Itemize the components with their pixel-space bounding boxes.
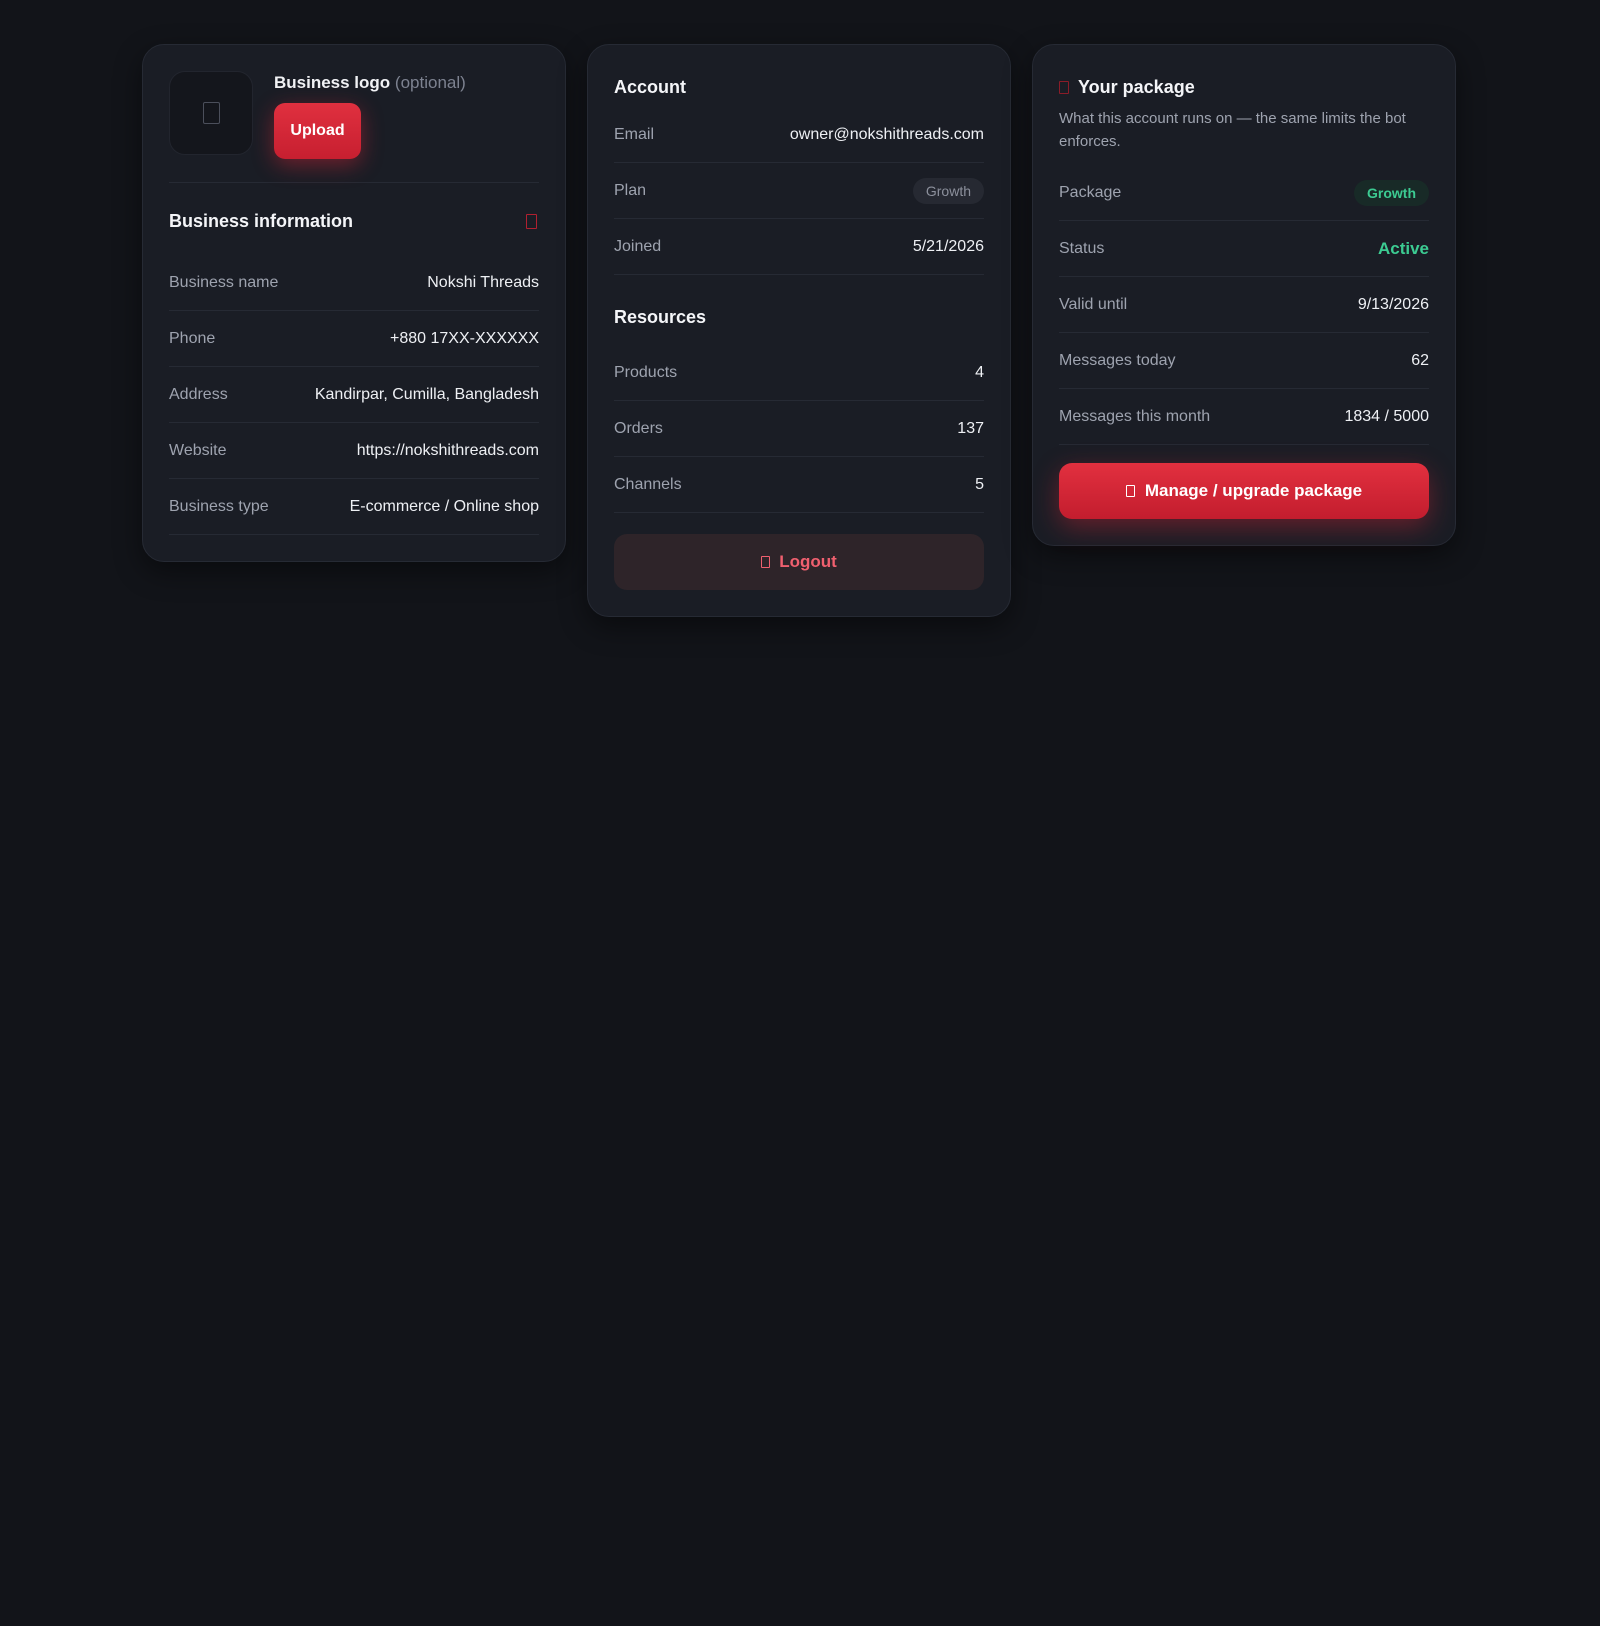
plan-badge: Growth: [912, 177, 984, 204]
profile-grid: Business logo (optional) Upload Business…: [142, 44, 1456, 617]
field-value: Nokshi Threads: [427, 273, 539, 291]
field-label: Messages this month: [1059, 407, 1211, 425]
logo-optional-text: (optional): [394, 73, 466, 92]
field-value: Kandirpar, Cumilla, Bangladesh: [314, 385, 539, 403]
upgrade-icon: [1125, 485, 1135, 497]
business-card: Business logo (optional) Upload Business…: [142, 44, 566, 562]
logout-label: Logout: [779, 552, 837, 571]
field-value: +880 17XX-XXXXXX: [390, 329, 539, 347]
field-label: Channels: [614, 475, 682, 493]
resource-row-products: Products 4: [614, 345, 984, 401]
field-value: 137: [957, 419, 984, 437]
joined-value: 5/21/2026: [912, 237, 984, 255]
field-label: Business name: [169, 273, 279, 291]
account-row-plan: Plan Growth: [614, 163, 984, 219]
logo-controls: Business logo (optional) Upload: [274, 71, 466, 159]
field-label: Valid until: [1059, 295, 1128, 313]
field-label: Messages today: [1059, 351, 1176, 369]
field-label: Package: [1059, 183, 1122, 201]
resources-title: Resources: [614, 306, 707, 327]
field-value: 5: [975, 475, 984, 493]
logo-preview: [169, 71, 253, 155]
email-value: owner@nokshithreads.com: [789, 125, 984, 143]
field-label: Joined: [614, 237, 662, 255]
field-row-business-type: Business type E-commerce / Online shop: [169, 479, 539, 535]
field-label: Status: [1059, 239, 1105, 257]
account-title: Account: [614, 76, 686, 97]
field-label: Website: [169, 441, 227, 459]
field-row-website: Website https://nokshithreads.com: [169, 423, 539, 479]
package-row-messages-month: Messages this month 1834 / 5000: [1059, 389, 1429, 445]
field-label: Address: [169, 385, 228, 403]
business-info-title: Business information: [169, 210, 354, 231]
field-value: 4: [975, 363, 984, 381]
messages-today-value: 62: [1411, 351, 1429, 369]
package-row-package: Package Growth: [1059, 165, 1429, 221]
field-label: Business type: [169, 497, 269, 515]
package-row-status: Status Active: [1059, 221, 1429, 277]
field-row-phone: Phone +880 17XX-XXXXXX: [169, 311, 539, 367]
field-value: E-commerce / Online shop: [349, 497, 539, 515]
messages-month-value: 1834 / 5000: [1344, 407, 1429, 425]
account-card: Account Email owner@nokshithreads.com Pl…: [587, 44, 1011, 617]
field-label: Email: [614, 125, 655, 143]
field-row-address: Address Kandirpar, Cumilla, Bangladesh: [169, 367, 539, 423]
resource-row-channels: Channels 5: [614, 457, 984, 513]
account-row-joined: Joined 5/21/2026: [614, 219, 984, 275]
field-row-business-name: Business name Nokshi Threads: [169, 255, 539, 311]
package-row-valid-until: Valid until 9/13/2026: [1059, 277, 1429, 333]
resource-row-orders: Orders 137: [614, 401, 984, 457]
package-icon: [1059, 80, 1069, 94]
package-row-messages-today: Messages today 62: [1059, 333, 1429, 389]
status-badge: Active: [1377, 238, 1429, 258]
package-card: Your package What this account runs on —…: [1032, 44, 1456, 546]
field-value: https://nokshithreads.com: [356, 441, 539, 459]
logout-icon: [761, 556, 771, 568]
package-description: What this account runs on — the same lim…: [1059, 110, 1406, 150]
package-header: Your package: [1059, 71, 1429, 103]
logo-label: Business logo (optional): [274, 73, 466, 93]
field-label: Products: [614, 363, 678, 381]
upload-button[interactable]: Upload: [274, 103, 361, 159]
valid-until-value: 9/13/2026: [1357, 295, 1429, 313]
account-row-email: Email owner@nokshithreads.com: [614, 107, 984, 163]
logo-section: Business logo (optional) Upload: [169, 71, 539, 183]
logo-label-text: Business logo: [274, 73, 391, 92]
edit-icon[interactable]: [526, 213, 537, 229]
resources-header: Resources: [614, 301, 984, 333]
account-header: Account: [614, 71, 984, 103]
logout-button[interactable]: Logout: [614, 534, 984, 590]
field-label: Phone: [169, 329, 216, 347]
field-label: Orders: [614, 419, 663, 437]
package-title: Your package: [1078, 76, 1195, 97]
business-info-header: Business information: [169, 199, 539, 243]
manage-package-button[interactable]: Manage / upgrade package: [1059, 463, 1429, 519]
manage-package-label: Manage / upgrade package: [1144, 481, 1363, 500]
package-badge: Growth: [1354, 179, 1429, 206]
field-label: Plan: [614, 181, 647, 199]
image-placeholder-icon: [202, 102, 220, 124]
